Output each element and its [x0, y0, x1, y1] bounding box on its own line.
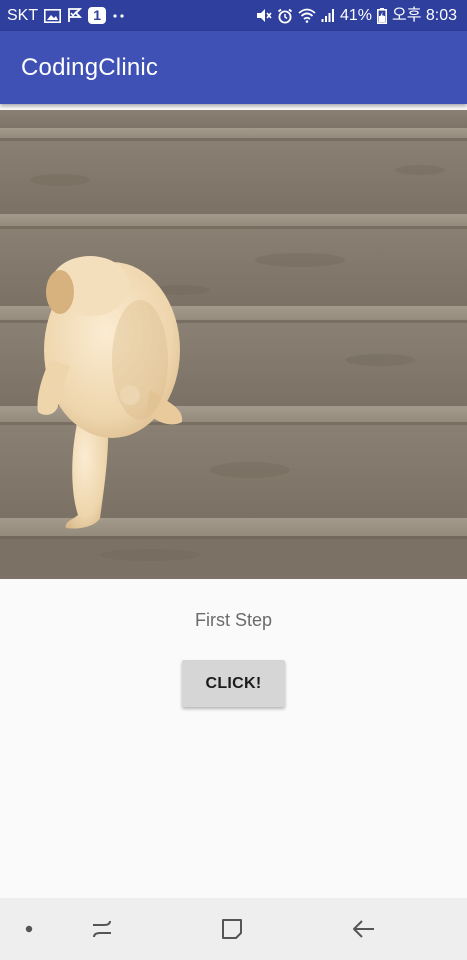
click-button[interactable]: CLICK! — [182, 660, 285, 707]
mute-icon — [256, 8, 272, 23]
puppy-stairs-image — [0, 110, 467, 579]
alarm-icon — [277, 8, 293, 24]
battery-percent: 41% — [339, 7, 372, 24]
battery-icon — [376, 7, 387, 24]
image-icon — [44, 8, 62, 23]
navigation-bar — [0, 898, 467, 960]
app-bar: CodingClinic — [0, 31, 467, 104]
dot-icon[interactable] — [14, 898, 44, 960]
more-dots-icon — [112, 13, 126, 19]
notification-badge: 1 — [88, 7, 107, 24]
check-flag-icon — [67, 8, 83, 23]
status-left-group: SKT 1 — [7, 6, 126, 25]
clock-label: 오후 8:03 — [391, 7, 457, 24]
wifi-icon — [298, 8, 316, 23]
app-title: CodingClinic — [21, 54, 159, 81]
recents-icon[interactable] — [80, 898, 124, 960]
status-bar: SKT 1 41% 오후 8:03 — [0, 0, 467, 31]
signal-icon — [321, 8, 335, 23]
carrier-label: SKT — [7, 7, 39, 24]
caption-text: First Step — [194, 610, 273, 630]
home-icon[interactable] — [210, 898, 254, 960]
back-icon[interactable] — [342, 898, 386, 960]
status-right-group: 41% 오후 8:03 — [256, 6, 457, 25]
